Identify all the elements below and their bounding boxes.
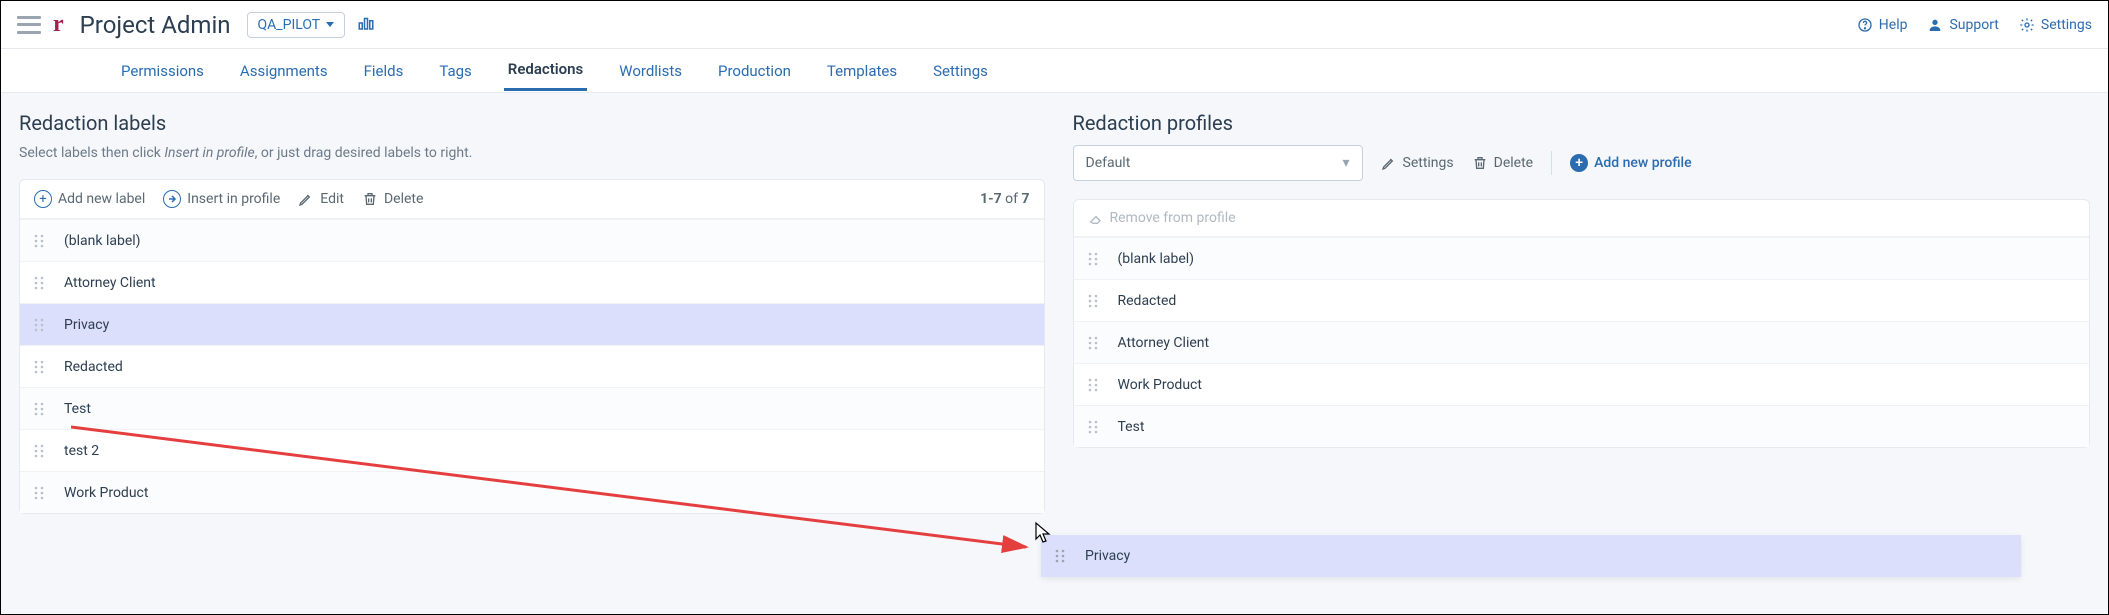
label-row[interactable]: test 2 [20, 429, 1044, 471]
label-row[interactable]: (blank label) [20, 219, 1044, 261]
labels-card: + Add new label Insert in profile Edit D… [19, 179, 1045, 514]
help-icon [1857, 17, 1873, 33]
tab-assignments[interactable]: Assignments [236, 52, 332, 90]
labels-list: (blank label) Attorney Client Privacy Re… [20, 219, 1044, 513]
profiles-card: Remove from profile (blank label) Redact… [1073, 199, 2091, 448]
drag-handle-icon[interactable] [34, 444, 44, 458]
profile-select[interactable]: Default ▾ [1073, 145, 1363, 181]
profile-label-text: Redacted [1118, 293, 1177, 309]
drag-handle-icon[interactable] [1088, 420, 1098, 434]
profile-row[interactable]: Attorney Client [1074, 321, 2090, 363]
drag-handle-icon[interactable] [1088, 378, 1098, 392]
topbar: r Project Admin QA_PILOT Help Support Se… [1, 1, 2108, 49]
project-selector[interactable]: QA_PILOT [247, 12, 346, 38]
dragging-row[interactable]: Privacy [1041, 535, 2021, 577]
label-text: test 2 [64, 443, 99, 459]
tab-production[interactable]: Production [714, 52, 795, 90]
nav-tabs: Permissions Assignments Fields Tags Reda… [1, 49, 2108, 93]
pencil-icon [298, 191, 314, 207]
profile-select-value: Default [1086, 155, 1131, 171]
drag-handle-icon[interactable] [1088, 336, 1098, 350]
profile-row[interactable]: Work Product [1074, 363, 2090, 405]
dragging-label-text: Privacy [1085, 548, 1130, 564]
label-row[interactable]: Work Product [20, 471, 1044, 513]
eraser-icon [1088, 210, 1104, 226]
drag-handle-icon[interactable] [1055, 549, 1065, 563]
drag-handle-icon[interactable] [34, 318, 44, 332]
tab-tags[interactable]: Tags [435, 52, 475, 90]
tab-fields[interactable]: Fields [360, 52, 408, 90]
profiles-controls: Default ▾ Settings Delete + Add new prof… [1073, 145, 2091, 181]
chart-icon[interactable] [357, 14, 375, 36]
labels-count: 1-7 of 7 [980, 191, 1029, 207]
label-text: (blank label) [64, 233, 141, 249]
profile-settings-button[interactable]: Settings [1381, 155, 1454, 171]
tab-redactions[interactable]: Redactions [504, 50, 587, 91]
profiles-toolbar: Remove from profile [1074, 200, 2090, 237]
labels-title: Redaction labels [19, 111, 1045, 135]
tab-templates[interactable]: Templates [823, 52, 901, 90]
profile-label-text: Work Product [1118, 377, 1202, 393]
label-row[interactable]: Privacy [20, 303, 1044, 345]
label-row[interactable]: Redacted [20, 345, 1044, 387]
profiles-title: Redaction profiles [1073, 111, 2091, 135]
drag-handle-icon[interactable] [34, 402, 44, 416]
top-right-links: Help Support Settings [1857, 17, 2092, 33]
user-icon [1927, 17, 1943, 33]
plus-icon: + [34, 190, 52, 208]
remove-from-profile-button[interactable]: Remove from profile [1088, 210, 1236, 226]
profile-row[interactable]: Redacted [1074, 279, 2090, 321]
profile-row[interactable]: (blank label) [1074, 237, 2090, 279]
tab-settings[interactable]: Settings [929, 52, 992, 90]
labels-toolbar: + Add new label Insert in profile Edit D… [20, 180, 1044, 219]
tab-permissions[interactable]: Permissions [117, 52, 208, 90]
add-label-button[interactable]: + Add new label [34, 190, 145, 208]
edit-label-button[interactable]: Edit [298, 191, 344, 207]
label-text: Attorney Client [64, 275, 156, 291]
drag-handle-icon[interactable] [34, 276, 44, 290]
profile-delete-button[interactable]: Delete [1472, 155, 1533, 171]
label-text: Redacted [64, 359, 123, 375]
label-text: Test [64, 401, 91, 417]
settings-link[interactable]: Settings [2019, 17, 2092, 33]
drag-handle-icon[interactable] [1088, 252, 1098, 266]
labels-panel: Redaction labels Select labels then clic… [1, 93, 1055, 615]
plus-circle-icon: + [1570, 154, 1588, 172]
drag-handle-icon[interactable] [1088, 294, 1098, 308]
page-title: Project Admin [80, 11, 231, 39]
tab-wordlists[interactable]: Wordlists [615, 52, 686, 90]
arrow-right-icon [163, 190, 181, 208]
profile-row[interactable]: Test [1074, 405, 2090, 447]
chevron-down-icon: ▾ [1342, 155, 1349, 171]
label-row[interactable]: Attorney Client [20, 261, 1044, 303]
label-row[interactable]: Test [20, 387, 1044, 429]
brand-logo: r [53, 11, 64, 38]
gear-icon [2019, 17, 2035, 33]
label-text: Work Product [64, 485, 148, 501]
project-name: QA_PILOT [258, 17, 321, 33]
add-profile-button[interactable]: + Add new profile [1570, 154, 1692, 172]
profiles-list: (blank label) Redacted Attorney Client W… [1074, 237, 2090, 447]
drag-handle-icon[interactable] [34, 360, 44, 374]
support-link[interactable]: Support [1927, 17, 1998, 33]
trash-icon [362, 191, 378, 207]
pencil-icon [1381, 155, 1397, 171]
menu-icon[interactable] [17, 16, 41, 34]
drag-handle-icon[interactable] [34, 234, 44, 248]
drag-handle-icon[interactable] [34, 486, 44, 500]
label-text: Privacy [64, 317, 109, 333]
divider [1551, 151, 1552, 175]
insert-in-profile-button[interactable]: Insert in profile [163, 190, 280, 208]
profile-label-text: Test [1118, 419, 1145, 435]
profile-label-text: Attorney Client [1118, 335, 1210, 351]
chevron-down-icon [326, 22, 334, 27]
profile-label-text: (blank label) [1118, 251, 1195, 267]
delete-label-button[interactable]: Delete [362, 191, 423, 207]
trash-icon [1472, 155, 1488, 171]
labels-subtitle: Select labels then click Insert in profi… [19, 145, 1045, 161]
help-link[interactable]: Help [1857, 17, 1908, 33]
